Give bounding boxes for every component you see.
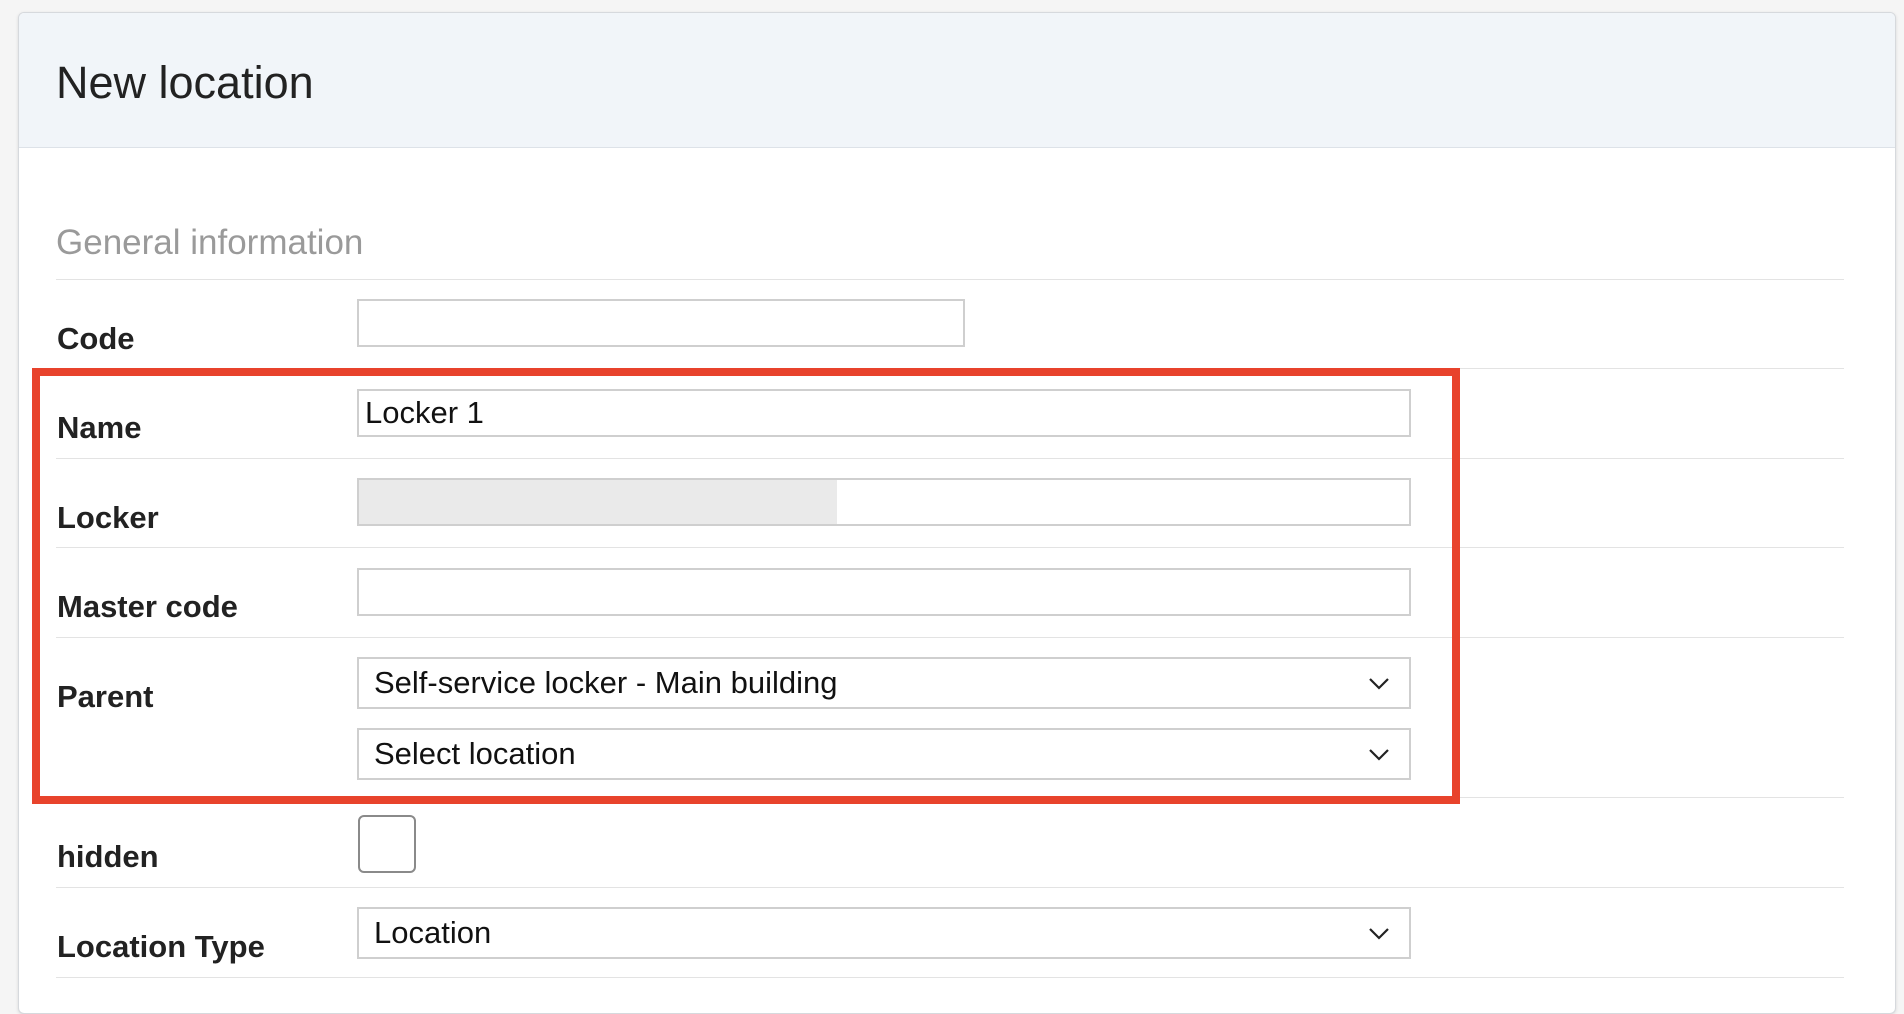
locker-field[interactable]	[357, 478, 1411, 526]
location-type-select-value: Location	[374, 915, 492, 950]
location-select[interactable]: Select location	[357, 728, 1411, 780]
divider	[56, 977, 1844, 978]
form-panel: New location General information Code Na…	[18, 12, 1896, 1014]
parent-select-value: Self-service locker - Main building	[374, 665, 838, 700]
name-label: Name	[57, 410, 142, 445]
page-title: New location	[56, 57, 314, 108]
code-input[interactable]	[357, 299, 965, 347]
name-input[interactable]	[357, 389, 1411, 437]
hidden-checkbox[interactable]	[358, 815, 416, 873]
parent-select[interactable]: Self-service locker - Main building	[357, 657, 1411, 709]
locker-fill-bar	[359, 480, 837, 524]
chevron-down-icon	[1369, 928, 1389, 940]
master-code-input[interactable]	[357, 568, 1411, 616]
section-title: General information	[56, 223, 364, 262]
code-label: Code	[57, 321, 135, 356]
location-select-value: Select location	[374, 736, 576, 771]
locker-label: Locker	[57, 500, 159, 535]
divider	[56, 887, 1844, 888]
chevron-down-icon	[1369, 749, 1389, 761]
panel-header: New location	[19, 13, 1895, 148]
divider	[56, 797, 1844, 798]
location-type-select[interactable]: Location	[357, 907, 1411, 959]
chevron-down-icon	[1369, 678, 1389, 690]
location-type-label: Location Type	[57, 929, 265, 964]
divider	[56, 458, 1844, 459]
master-code-label: Master code	[57, 589, 238, 624]
divider	[56, 279, 1844, 280]
divider	[56, 547, 1844, 548]
hidden-label: hidden	[57, 839, 159, 874]
parent-label: Parent	[57, 679, 154, 714]
divider	[56, 368, 1844, 369]
divider	[56, 637, 1844, 638]
